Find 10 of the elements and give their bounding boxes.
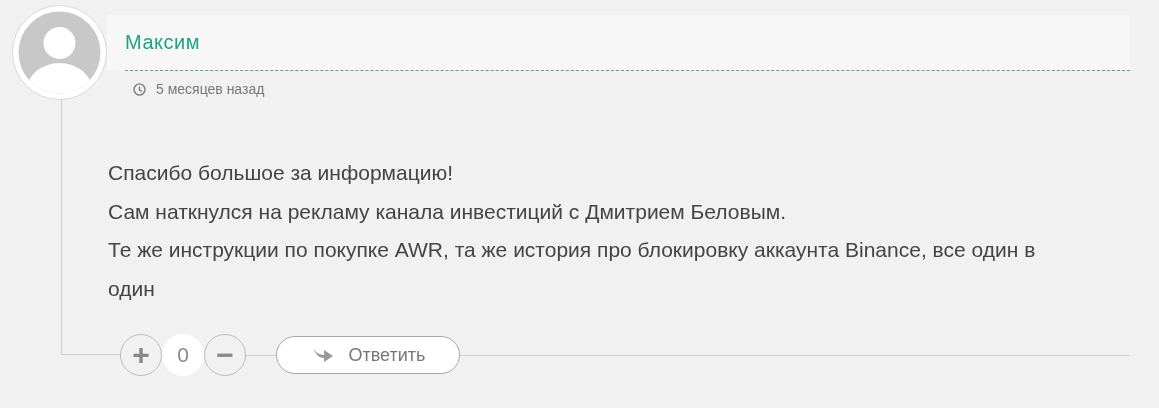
comment-time: 5 месяцев назад	[156, 81, 265, 97]
reply-button[interactable]: Ответить	[276, 336, 460, 374]
comment-text: Спасибо большое за информацию!	[108, 160, 455, 186]
downvote-button[interactable]: −	[204, 334, 246, 376]
clock-icon	[133, 82, 146, 96]
comment-text: Сам наткнулся на рекламу канала инвестиций с Дмитрием Беловым.	[108, 198, 788, 225]
author-name[interactable]: Максим	[125, 30, 200, 54]
comment-text: Те же инструкции по покупке AWR, та же история про блокировку аккаунта Binance, все один в один	[108, 237, 1037, 302]
upvote-button[interactable]: +	[120, 334, 162, 376]
vote-count: 0	[162, 334, 204, 376]
